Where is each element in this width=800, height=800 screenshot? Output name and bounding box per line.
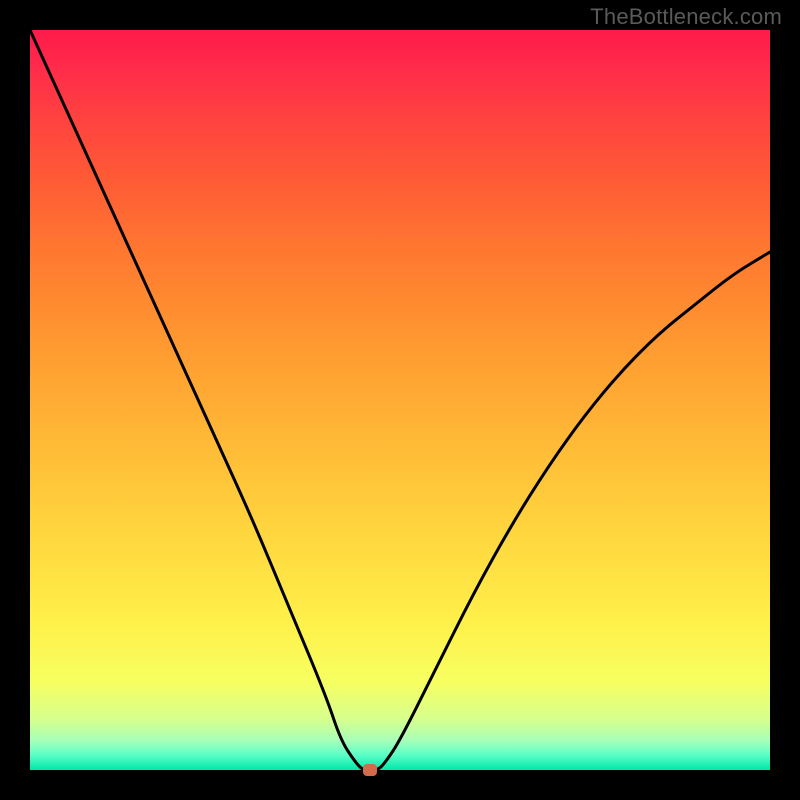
watermark-text: TheBottleneck.com <box>590 4 782 30</box>
chart-plot-area <box>30 30 770 770</box>
chart-marker <box>363 764 377 776</box>
chart-curve <box>30 30 770 770</box>
chart-curve-svg <box>30 30 770 770</box>
